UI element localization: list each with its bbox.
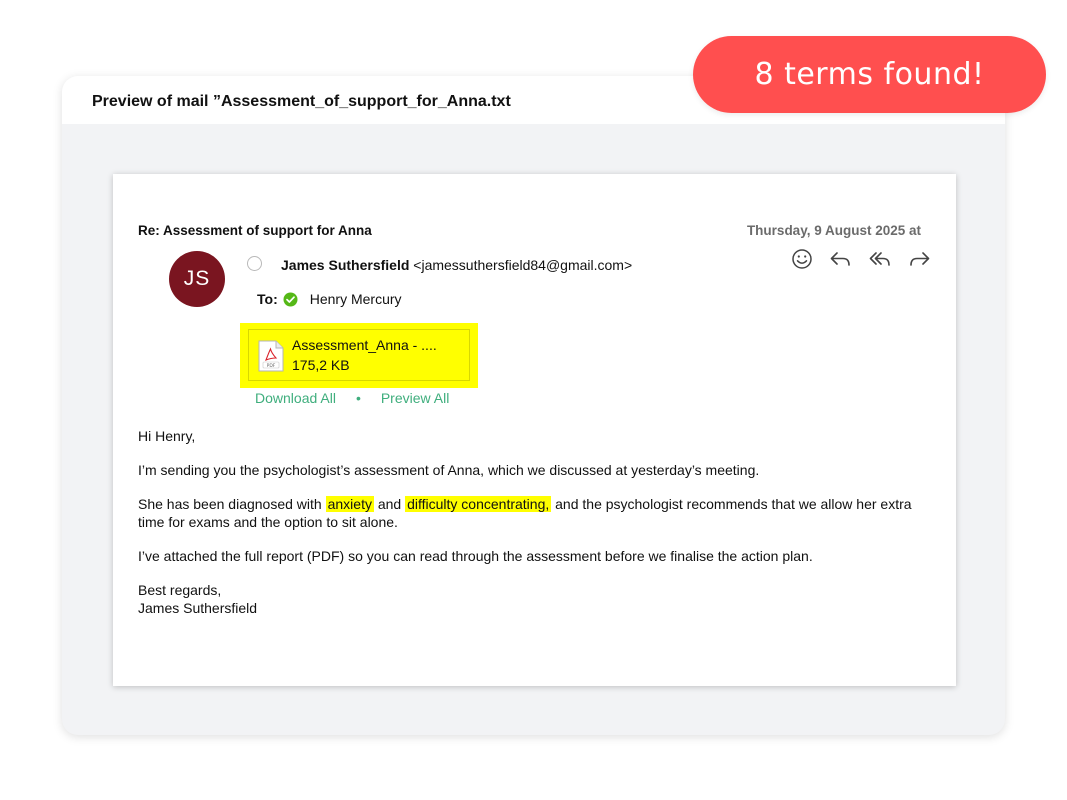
reply-all-icon[interactable] bbox=[867, 247, 893, 271]
reply-icon[interactable] bbox=[828, 247, 854, 271]
check-circle-icon bbox=[283, 292, 298, 306]
signoff: Best regards, bbox=[138, 582, 222, 598]
preview-window: Preview of mail ”Assessment_of_support_f… bbox=[62, 76, 1005, 735]
body-paragraph-2: She has been diagnosed with anxiety and … bbox=[138, 495, 928, 531]
highlighted-term: difficulty concentrating, bbox=[405, 496, 552, 512]
avatar: JS bbox=[169, 251, 225, 307]
select-radio[interactable] bbox=[247, 256, 262, 271]
sender: James Suthersfield <jamessuthersfield84@… bbox=[281, 257, 632, 273]
body-text: and bbox=[373, 496, 406, 512]
email-body: Hi Henry, I’m sending you the psychologi… bbox=[138, 427, 928, 633]
preview-all-link[interactable]: Preview All bbox=[381, 390, 449, 406]
greeting: Hi Henry, bbox=[138, 428, 196, 444]
body-paragraph-3: I’ve attached the full report (PDF) so y… bbox=[138, 548, 813, 564]
email-card: Re: Assessment of support for Anna Thurs… bbox=[113, 174, 956, 686]
signature: James Suthersfield bbox=[138, 600, 258, 616]
body-text: She has been diagnosed with bbox=[138, 496, 326, 512]
attachment-size: 175,2 KB bbox=[292, 357, 350, 373]
email-subject: Re: Assessment of support for Anna bbox=[138, 223, 372, 238]
sender-email: <jamessuthersfield84@gmail.com> bbox=[413, 257, 633, 273]
attachment-card[interactable]: PDF Assessment_Anna - .... 175,2 KB bbox=[248, 329, 470, 381]
highlighted-term: anxiety bbox=[325, 496, 374, 512]
download-all-link[interactable]: Download All bbox=[255, 390, 336, 406]
pdf-file-icon: PDF bbox=[258, 340, 284, 372]
attachment-name: Assessment_Anna - .... bbox=[292, 337, 437, 353]
email-date: Thursday, 9 August 2025 at bbox=[746, 223, 921, 238]
emoji-icon[interactable] bbox=[789, 247, 815, 271]
to-label: To: bbox=[257, 291, 278, 307]
body-paragraph-1: I’m sending you the psychologist’s asses… bbox=[138, 462, 760, 478]
email-actions bbox=[789, 247, 932, 271]
link-separator: • bbox=[355, 390, 361, 406]
preview-title: Preview of mail ”Assessment_of_support_f… bbox=[92, 93, 511, 110]
recipient-name: Henry Mercury bbox=[309, 291, 402, 307]
sender-name: James Suthersfield bbox=[281, 257, 410, 273]
recipient-row: To: Henry Mercury bbox=[257, 291, 402, 307]
attachment-links: Download All • Preview All bbox=[255, 390, 449, 406]
terms-found-badge: 8 terms found! bbox=[693, 36, 1046, 113]
svg-text:PDF: PDF bbox=[267, 363, 276, 369]
forward-icon[interactable] bbox=[906, 247, 932, 271]
